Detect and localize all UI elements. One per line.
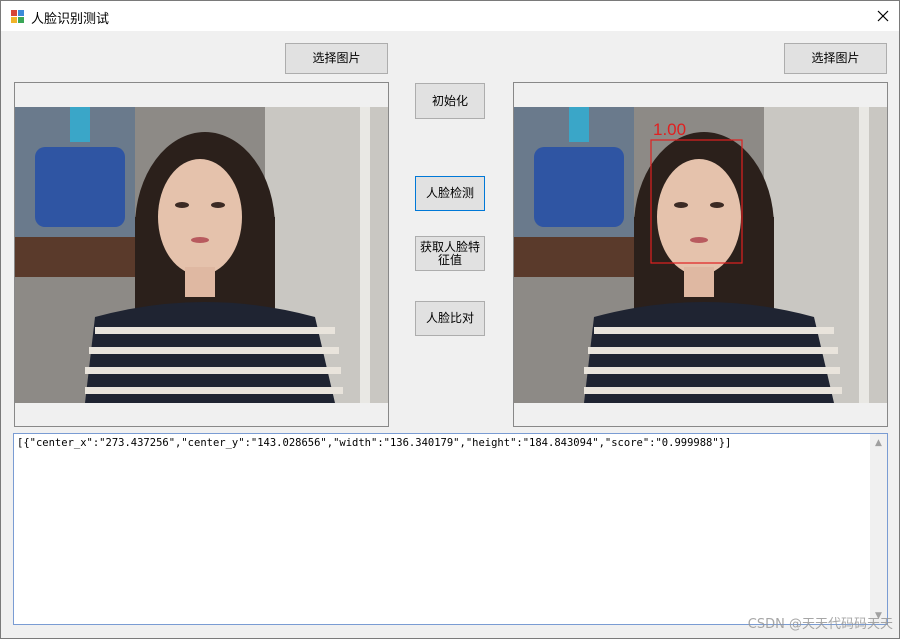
init-button[interactable]: 初始化 [415,83,485,119]
window-title: 人脸识别测试 [31,12,110,27]
close-button[interactable] [867,1,899,31]
vertical-scrollbar[interactable]: ▲ ▼ [870,434,887,624]
get-feature-button[interactable]: 获取人脸特 征值 [415,236,485,271]
face-detect-button[interactable]: 人脸检测 [415,176,485,211]
watermark: CSDN @天天代码码天天 [747,617,893,632]
get-feature-label-line1: 获取人脸特 [419,239,480,254]
close-icon [877,10,889,22]
scroll-up-arrow-icon[interactable]: ▲ [870,434,887,451]
right-photo: 1.00 [514,107,887,403]
select-image-right-button[interactable]: 选择图片 [784,43,887,74]
face-compare-button[interactable]: 人脸比对 [415,301,485,336]
output-textbox[interactable]: [{"center_x":"273.437256","center_y":"14… [13,433,888,625]
main-window: 人脸识别测试 选择图片 选择图片 初始化 人脸检测 获取人脸特 征值 人脸比对 [0,0,900,639]
detection-score-label: 1.00 [653,120,686,139]
left-picture-box [14,82,389,427]
left-photo [15,107,388,403]
output-text: [{"center_x":"273.437256","center_y":"14… [17,437,732,449]
app-icon [11,9,25,23]
right-picture-box: 1.00 [513,82,888,427]
select-image-left-button[interactable]: 选择图片 [285,43,388,74]
title-bar: 人脸识别测试 [1,1,899,31]
get-feature-label-line2: 征值 [437,252,462,267]
